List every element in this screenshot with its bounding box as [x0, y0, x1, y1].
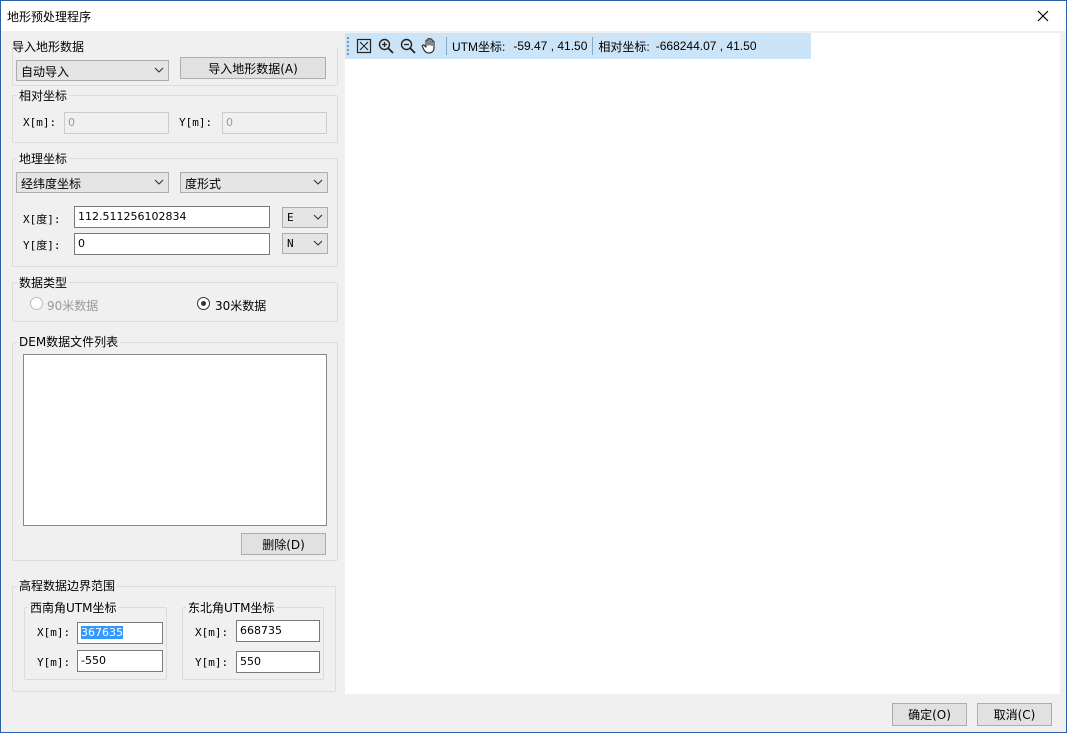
delete-button[interactable]: 删除(D)	[241, 533, 326, 555]
relative-y-label: Y[m]:	[179, 116, 213, 129]
sw-y-label: Y[m]:	[37, 656, 71, 669]
chevron-down-icon	[313, 179, 323, 185]
zoom-in-icon	[378, 38, 394, 54]
fit-extent-icon	[356, 38, 372, 54]
relative-coord-label: 相对坐标:	[598, 39, 650, 54]
close-icon	[1037, 10, 1049, 22]
cancel-button[interactable]: 取消(C)	[977, 703, 1052, 726]
radio-90m[interactable]	[30, 297, 43, 310]
sw-x-field[interactable]: 367635	[77, 622, 163, 644]
radio-90m-label: 90米数据	[47, 299, 99, 313]
sw-group-title: 西南角UTM坐标	[28, 599, 119, 616]
chevron-down-icon	[313, 240, 323, 246]
ne-x-field[interactable]: 668735	[236, 620, 320, 642]
chevron-down-icon	[154, 179, 164, 185]
zoom-out-button[interactable]	[397, 35, 419, 57]
zoom-in-button[interactable]	[375, 35, 397, 57]
radio-30m[interactable]	[197, 297, 210, 310]
utm-coord-label: UTM坐标:	[452, 39, 506, 54]
coord-type-value: 经纬度坐标	[21, 177, 82, 191]
datatype-group-title: 数据类型	[17, 274, 70, 291]
ok-button[interactable]: 确定(O)	[892, 703, 967, 726]
close-button[interactable]	[1026, 4, 1060, 28]
relative-x-label: X[m]:	[23, 116, 57, 129]
delete-button-label: 删除(D)	[262, 537, 305, 552]
coord-type-select[interactable]: 经纬度坐标	[16, 172, 169, 193]
sw-y-field[interactable]: -550	[77, 650, 163, 672]
ne-y-label: Y[m]:	[195, 656, 229, 669]
utm-coord-value: -59.47 , 41.50	[513, 39, 588, 53]
map-canvas[interactable]	[345, 33, 1060, 694]
dem-group-title: DEM数据文件列表	[17, 333, 121, 350]
geo-y-label: Y[度]:	[23, 239, 61, 252]
radio-30m-label: 30米数据	[215, 299, 267, 313]
ne-x-label: X[m]:	[195, 626, 229, 639]
ok-button-label: 确定(O)	[908, 708, 951, 722]
chevron-down-icon	[313, 214, 323, 220]
pan-button[interactable]	[419, 35, 441, 57]
geo-y-dir-select[interactable]: N	[282, 233, 328, 254]
toolbar-separator	[592, 37, 594, 55]
radio-selected-dot	[201, 301, 206, 306]
window-title: 地形预处理程序	[7, 10, 92, 24]
dialog-window: 地形预处理程序 导入地形数据 自动导入 导入地形数据(A) 相对坐标 X[m]:…	[0, 0, 1067, 733]
pan-hand-icon	[421, 37, 435, 54]
dem-file-list[interactable]	[23, 354, 327, 526]
relative-x-field[interactable]: 0	[64, 112, 169, 134]
bounds-group-title: 高程数据边界范围	[17, 577, 118, 594]
title-bar: 地形预处理程序	[1, 1, 1066, 31]
relative-coord-value: -668244.07 , 41.50	[655, 39, 757, 53]
geo-x-dir-select[interactable]: E	[282, 207, 328, 228]
geo-group-title: 地理坐标	[17, 150, 70, 167]
geo-x-label: X[度]:	[23, 213, 61, 226]
geo-x-field[interactable]: 112.511256102834	[74, 206, 270, 228]
import-terrain-button[interactable]: 导入地形数据(A)	[180, 57, 326, 79]
fit-extent-button[interactable]	[353, 35, 375, 57]
ne-y-field[interactable]: 550	[236, 651, 320, 673]
coord-format-select[interactable]: 度形式	[180, 172, 328, 193]
map-toolbar: UTM坐标: -59.47 , 41.50 相对坐标: -668244.07 ,…	[345, 33, 811, 59]
sw-x-label: X[m]:	[37, 626, 71, 639]
geo-y-dir-value: N	[287, 237, 294, 250]
relative-group-title: 相对坐标	[17, 87, 70, 104]
zoom-out-icon	[400, 38, 416, 54]
geo-x-dir-value: E	[287, 211, 294, 224]
cancel-button-label: 取消(C)	[993, 708, 1036, 722]
chevron-down-icon	[154, 67, 164, 73]
import-terrain-button-label: 导入地形数据(A)	[208, 61, 298, 76]
geo-y-field[interactable]: 0	[74, 233, 270, 255]
ne-group-title: 东北角UTM坐标	[186, 599, 277, 616]
sw-x-value: 367635	[81, 626, 123, 639]
relative-y-field[interactable]: 0	[222, 112, 327, 134]
coord-format-value: 度形式	[185, 177, 222, 191]
toolbar-separator	[446, 37, 447, 55]
import-mode-value: 自动导入	[21, 65, 70, 79]
import-mode-select[interactable]: 自动导入	[16, 60, 169, 81]
